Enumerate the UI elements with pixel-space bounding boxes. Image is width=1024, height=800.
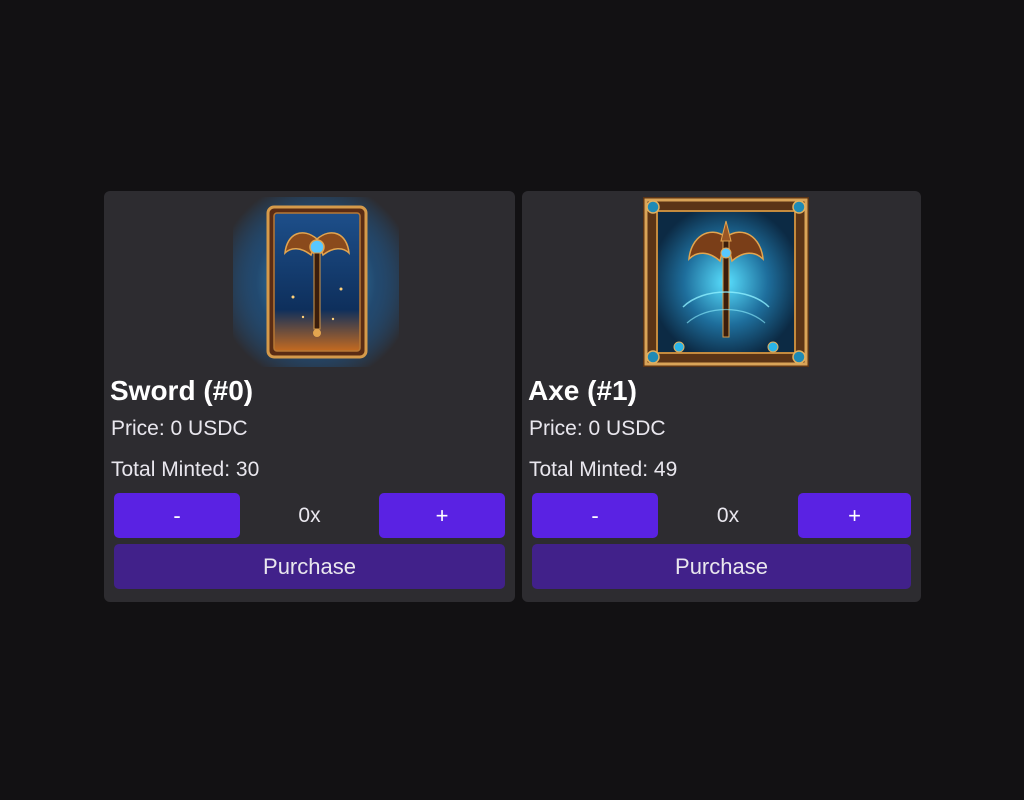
card-image-frame [541, 197, 911, 369]
item-card-axe: Axe (#1) Price: 0 USDC Total Minted: 49 … [522, 191, 921, 602]
purchase-button[interactable]: Purchase [114, 544, 505, 589]
quantity-controls: - 0x + [114, 493, 505, 538]
item-price: Price: 0 USDC [111, 417, 248, 440]
item-title: Sword (#0) [110, 375, 254, 406]
item-price: Price: 0 USDC [529, 417, 666, 440]
double-axe-card-icon [232, 197, 399, 367]
quantity-value: 0x [716, 503, 740, 527]
quantity-value: 0x [298, 503, 321, 527]
decrement-button[interactable]: - [114, 493, 240, 538]
item-total-minted: Total Minted: 49 [529, 458, 678, 481]
item-title: Axe (#1) [528, 375, 637, 406]
quantity-controls: - 0x + [532, 493, 911, 538]
decrement-button[interactable]: - [532, 493, 658, 538]
card-image-frame [126, 197, 505, 369]
purchase-button[interactable]: Purchase [532, 544, 911, 589]
increment-button[interactable]: + [379, 493, 505, 538]
item-card-sword: Sword (#0) Price: 0 USDC Total Minted: 3… [104, 191, 515, 602]
ornate-axe-card-icon [643, 197, 809, 367]
item-total-minted: Total Minted: 30 [111, 458, 260, 481]
increment-button[interactable]: + [798, 493, 911, 538]
item-card-list: Sword (#0) Price: 0 USDC Total Minted: 3… [104, 191, 921, 602]
